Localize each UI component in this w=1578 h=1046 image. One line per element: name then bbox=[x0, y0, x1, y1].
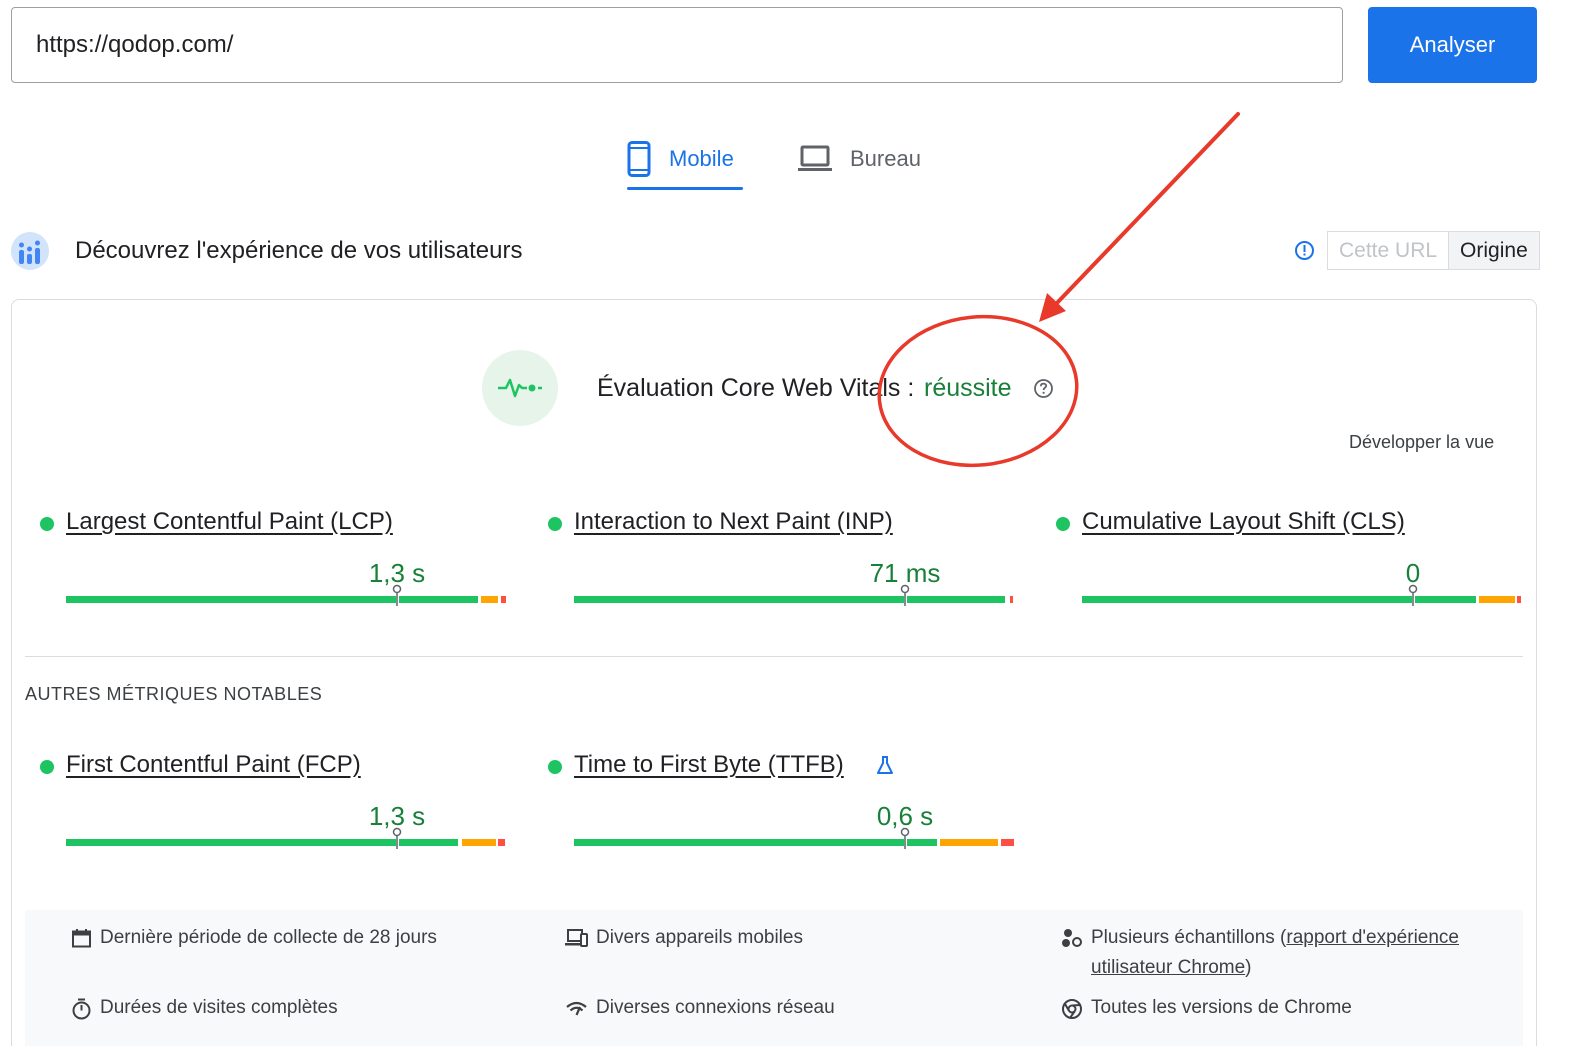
toggle-origin[interactable]: Origine bbox=[1448, 232, 1539, 269]
stopwatch-icon bbox=[72, 998, 91, 1020]
metric-inp: Interaction to Next Paint (INP) 71 ms bbox=[548, 508, 1013, 620]
metric-cls-name[interactable]: Cumulative Layout Shift (CLS) bbox=[1082, 508, 1405, 536]
section-title: Découvrez l'expérience de vos utilisateu… bbox=[75, 237, 523, 264]
info-chrome-versions-text: Toutes les versions de Chrome bbox=[1091, 997, 1352, 1018]
assessment-status: réussite bbox=[924, 374, 1012, 402]
metric-ttfb-marker bbox=[900, 827, 910, 849]
pulse-icon bbox=[498, 378, 542, 398]
toggle-this-url[interactable]: Cette URL bbox=[1328, 232, 1448, 269]
info-devices-text: Divers appareils mobiles bbox=[596, 927, 803, 948]
metric-fcp-distribution-bar bbox=[66, 839, 505, 846]
assessment-title: Évaluation Core Web Vitals : bbox=[597, 374, 915, 402]
metric-lcp-marker bbox=[392, 584, 402, 606]
metric-cls-marker bbox=[1408, 584, 1418, 606]
section-header: Découvrez l'expérience de vos utilisateu… bbox=[11, 230, 522, 272]
metric-cls-distribution-bar bbox=[1082, 596, 1521, 603]
calendar-icon bbox=[72, 929, 91, 948]
metric-fcp-marker bbox=[392, 827, 402, 849]
metric-fcp-name[interactable]: First Contentful Paint (FCP) bbox=[66, 751, 361, 779]
devices-icon bbox=[565, 929, 588, 947]
other-metrics-heading: AUTRES MÉTRIQUES NOTABLES bbox=[25, 684, 323, 704]
url-input[interactable] bbox=[11, 7, 1343, 83]
annotation-arrow bbox=[1054, 112, 1240, 306]
good-status-dot bbox=[548, 760, 562, 774]
tab-desktop-label: Bureau bbox=[850, 146, 921, 171]
assessment-badge bbox=[482, 350, 558, 426]
good-status-dot bbox=[548, 517, 562, 531]
info-collection-period-text: Dernière période de collecte de 28 jours bbox=[100, 927, 437, 948]
info-icon[interactable] bbox=[1294, 240, 1315, 261]
metric-lcp-name[interactable]: Largest Contentful Paint (LCP) bbox=[66, 508, 393, 536]
good-status-dot bbox=[40, 760, 54, 774]
metric-inp-name[interactable]: Interaction to Next Paint (INP) bbox=[574, 508, 893, 536]
info-devices: Divers appareils mobiles bbox=[565, 923, 803, 953]
metric-ttfb-name[interactable]: Time to First Byte (TTFB) bbox=[574, 751, 844, 779]
tab-mobile-label: Mobile bbox=[669, 146, 734, 171]
info-collection-period: Dernière période de collecte de 28 jours bbox=[71, 923, 437, 953]
tab-mobile[interactable]: Mobile bbox=[627, 128, 743, 190]
metric-lcp: Largest Contentful Paint (LCP) 1,3 s bbox=[40, 508, 506, 620]
info-chrome-versions: Toutes les versions de Chrome bbox=[1061, 993, 1352, 1023]
smartphone-icon bbox=[627, 141, 651, 177]
section-divider bbox=[25, 656, 1523, 657]
samples-icon bbox=[1062, 929, 1082, 947]
network-icon bbox=[566, 1001, 587, 1016]
info-visit-durations: Durées de visites complètes bbox=[71, 993, 338, 1023]
tab-desktop[interactable]: Bureau bbox=[798, 128, 938, 190]
metric-inp-distribution-bar bbox=[574, 596, 1013, 603]
experimental-flask-icon bbox=[877, 756, 893, 774]
info-visit-durations-text: Durées de visites complètes bbox=[100, 997, 338, 1018]
crux-logo-icon bbox=[11, 232, 49, 270]
url-origin-toggle: Cette URL Origine bbox=[1327, 231, 1540, 270]
info-network: Diverses connexions réseau bbox=[565, 993, 835, 1023]
metric-ttfb-distribution-bar bbox=[574, 839, 1014, 846]
good-status-dot bbox=[1056, 517, 1070, 531]
laptop-icon bbox=[798, 145, 832, 171]
chrome-icon bbox=[1062, 999, 1082, 1019]
help-icon[interactable] bbox=[1033, 378, 1054, 399]
metric-inp-marker bbox=[900, 584, 910, 606]
analyze-button[interactable]: Analyser bbox=[1368, 7, 1537, 83]
metric-ttfb: Time to First Byte (TTFB) 0,6 s bbox=[548, 751, 1014, 863]
info-network-text: Diverses connexions réseau bbox=[596, 997, 835, 1018]
info-samples-text: Plusieurs échantillons (rapport d'expéri… bbox=[1091, 927, 1459, 978]
metric-lcp-distribution-bar bbox=[66, 596, 506, 603]
info-samples: Plusieurs échantillons (rapport d'expéri… bbox=[1061, 923, 1501, 983]
expand-view-link[interactable]: Développer la vue bbox=[1349, 432, 1494, 453]
metric-cls: Cumulative Layout Shift (CLS) 0 bbox=[1056, 508, 1521, 620]
metric-fcp: First Contentful Paint (FCP) 1,3 s bbox=[40, 751, 505, 863]
good-status-dot bbox=[40, 517, 54, 531]
